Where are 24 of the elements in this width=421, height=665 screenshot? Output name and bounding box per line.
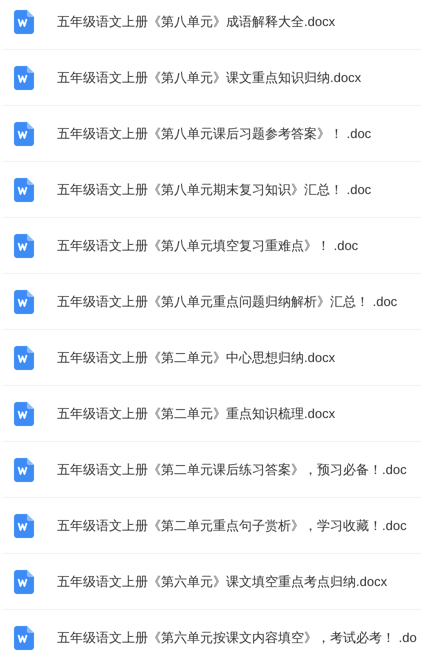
word-file-icon: [14, 234, 34, 258]
file-name[interactable]: 五年级语文上册《第八单元期末复习知识》汇总！ .doc: [57, 180, 372, 198]
word-file-icon: [14, 290, 34, 314]
word-file-icon: [14, 346, 34, 370]
file-name[interactable]: 五年级语文上册《第二单元》重点知识梳理.docx: [57, 404, 336, 422]
file-name[interactable]: 五年级语文上册《第二单元课后练习答案》，预习必备！.doc: [57, 460, 407, 478]
file-name[interactable]: 五年级语文上册《第八单元》课文重点知识归纳.docx: [57, 68, 362, 86]
file-name[interactable]: 五年级语文上册《第八单元重点问题归纳解析》汇总！ .doc: [57, 292, 398, 310]
word-file-icon: [14, 570, 34, 594]
file-name[interactable]: 五年级语文上册《第二单元重点句子赏析》，学习收藏！.doc: [57, 516, 407, 534]
file-name[interactable]: 五年级语文上册《第六单元》课文填空重点考点归纳.docx: [57, 572, 388, 590]
word-file-icon: [14, 402, 34, 426]
file-name[interactable]: 五年级语文上册《第二单元》中心思想归纳.docx: [57, 348, 336, 366]
word-file-icon: [14, 514, 34, 538]
file-name[interactable]: 五年级语文上册《第八单元填空复习重难点》！ .doc: [57, 236, 358, 254]
word-file-icon: [14, 122, 34, 146]
word-file-icon: [14, 66, 34, 90]
file-name[interactable]: 五年级语文上册《第八单元课后习题参考答案》！ .doc: [57, 124, 372, 142]
file-name[interactable]: 五年级语文上册《第六单元按课文内容填空》，考试必考！ .do: [57, 628, 417, 646]
file-name[interactable]: 五年级语文上册《第八单元》成语解释大全.docx: [57, 12, 336, 30]
word-file-icon: [14, 626, 34, 650]
word-file-icon: [14, 458, 34, 482]
word-file-icon: [14, 10, 34, 34]
word-file-icon: [14, 178, 34, 202]
